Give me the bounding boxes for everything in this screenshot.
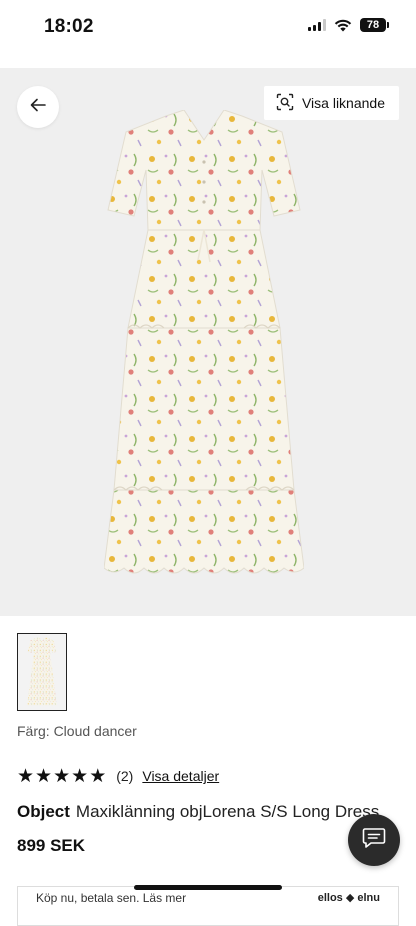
back-button[interactable] (17, 86, 59, 128)
status-icons: 78 (308, 18, 389, 32)
rating-row: ★ ★ ★ ★ ★ (2) Visa detaljer (17, 766, 219, 786)
show-similar-label: Visa liknande (301, 95, 385, 111)
color-label: Färg: Cloud dancer (17, 723, 137, 739)
signal-icon (308, 19, 326, 31)
product-thumbnail[interactable] (17, 633, 67, 711)
promo-text: Köp nu, betala sen. Läs mer (36, 891, 187, 905)
battery-icon: 78 (360, 18, 389, 32)
star-icon: ★ (35, 765, 53, 787)
chat-button[interactable] (348, 814, 400, 866)
back-arrow-icon (30, 98, 46, 117)
promo-logos: ellos ◆ elnu (317, 892, 380, 904)
show-details-link[interactable]: Visa detaljer (142, 768, 219, 784)
product-title: Object Maxiklänning objLorena S/S Long Dr… (17, 802, 379, 822)
rating-count: (2) (116, 768, 134, 784)
wifi-icon (334, 19, 352, 32)
status-time: 18:02 (44, 16, 94, 37)
status-bar: 18:02 78 (0, 0, 416, 56)
star-icon: ★ (89, 765, 107, 787)
home-indicator (134, 885, 282, 890)
star-icon: ★ (71, 765, 89, 787)
star-icon: ★ (53, 765, 71, 787)
thumbnail-image (27, 637, 57, 706)
product-price: 899 SEK (17, 836, 86, 855)
brand-name: Object (17, 802, 70, 821)
payment-promo-banner[interactable]: Köp nu, betala sen. Läs mer ellos ◆ elnu (17, 886, 399, 926)
product-image (104, 110, 304, 574)
rating-stars: ★ ★ ★ ★ ★ (17, 766, 106, 786)
chat-icon (362, 827, 386, 854)
product-name: Maxiklänning objLorena S/S Long Dress (75, 802, 380, 821)
star-icon: ★ (17, 765, 35, 787)
